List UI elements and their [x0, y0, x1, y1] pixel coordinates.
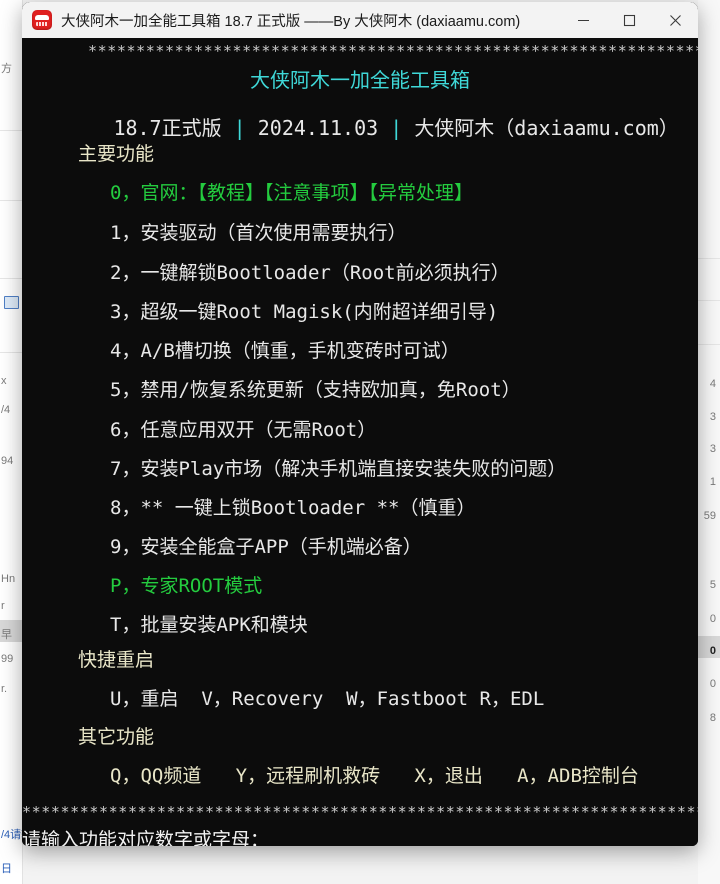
background-text-fragment: r. [1, 683, 8, 695]
menu-item-7[interactable]: 7，安装Play市场（解决手机端直接安装失败的问题） [110, 454, 566, 481]
background-text-fragment: 0 [709, 678, 716, 690]
menu-item-2[interactable]: 2，一键解锁Bootloader（Root前必须执行） [110, 258, 510, 285]
background-left-strip [0, 0, 23, 884]
background-text-fragment: 3 [709, 411, 716, 423]
window-title-bar[interactable]: 大侠阿木一加全能工具箱 18.7 正式版 ——By 大侠阿木 (daxiaamu… [22, 2, 698, 39]
section-heading-other: 其它功能 [78, 726, 155, 748]
divider-bottom: ****************************************… [22, 803, 698, 821]
background-text-fragment: 5 [709, 579, 716, 591]
banner-separator-2: | [390, 116, 403, 140]
background-text-fragment: 日 [1, 863, 12, 875]
close-icon[interactable] [652, 2, 698, 38]
menu-item-0[interactable]: 0，官网：【教程】【注意事项】【异常处理】 [110, 178, 473, 205]
menu-item-other-row[interactable]: Q，QQ频道 Y，远程刷机救砖 X，退出 A，ADB控制台 [110, 761, 639, 788]
banner-separator-1: | [233, 116, 246, 140]
background-text-fragment: 59 [703, 510, 716, 522]
minimize-icon[interactable] [560, 2, 606, 38]
menu-item-4[interactable]: 4，A/B槽切换（慎重，手机变砖时可试） [110, 336, 460, 363]
background-text-fragment: 8 [709, 712, 716, 724]
menu-item-1[interactable]: 1，安装驱动（首次使用需要执行） [110, 218, 406, 245]
background-text-fragment: x [1, 375, 7, 387]
menu-item-t[interactable]: T，批量安装APK和模块 [110, 610, 308, 637]
menu-item-p[interactable]: P，专家ROOT模式 [110, 571, 262, 598]
console-output-area[interactable]: ****************************************… [22, 38, 698, 846]
background-text-fragment: 94 [1, 455, 14, 467]
window-title-text: 大侠阿木一加全能工具箱 18.7 正式版 ——By 大侠阿木 (daxiaamu… [61, 13, 521, 30]
toolbox-console-window: 大侠阿木一加全能工具箱 18.7 正式版 ——By 大侠阿木 (daxiaamu… [22, 2, 698, 846]
divider-top: ****************************************… [88, 42, 698, 60]
background-text-fragment: 4 [709, 378, 716, 390]
maximize-icon[interactable] [606, 2, 652, 38]
background-text-fragment: 0 [709, 645, 716, 657]
section-heading-main: 主要功能 [78, 143, 155, 165]
background-text-fragment: 0 [709, 613, 716, 625]
background-cell-icon [4, 296, 19, 309]
background-text-fragment: r [1, 600, 5, 612]
menu-item-3[interactable]: 3，超级一键Root Magisk(内附超详细引导) [110, 297, 498, 324]
banner-author: 大侠阿木（daxiaamu.com） [414, 116, 679, 140]
background-text-fragment: 1 [709, 476, 716, 488]
banner-version: 18.7正式版 [113, 116, 222, 140]
window-controls [560, 2, 698, 38]
app-logo-icon [32, 10, 52, 30]
menu-item-5[interactable]: 5，禁用/恢复系统更新（支持欧加真，免Root） [110, 375, 521, 402]
input-prompt[interactable]: 请输入功能对应数字或字母： [22, 825, 269, 846]
background-right-strip [698, 0, 720, 884]
menu-item-8[interactable]: 8，** 一键上锁Bootloader **（慎重） [110, 493, 475, 520]
background-text-fragment: 99 [1, 653, 14, 665]
menu-item-9[interactable]: 9，安装全能盒子APP（手机端必备） [110, 532, 422, 559]
background-text-fragment: 方 [1, 63, 12, 75]
background-text-fragment: /4 [1, 404, 11, 416]
section-heading-quick-reboot: 快捷重启 [78, 649, 155, 671]
background-text-fragment: 早 [1, 629, 12, 641]
background-text-fragment: Hn [1, 573, 16, 585]
banner-date: 2024.11.03 [257, 116, 379, 140]
menu-item-6[interactable]: 6，任意应用双开（无需Root） [110, 415, 376, 442]
menu-item-reboot-row[interactable]: U，重启 V，Recovery W，Fastboot R，EDL [110, 684, 544, 711]
background-text-fragment: 3 [709, 443, 716, 455]
